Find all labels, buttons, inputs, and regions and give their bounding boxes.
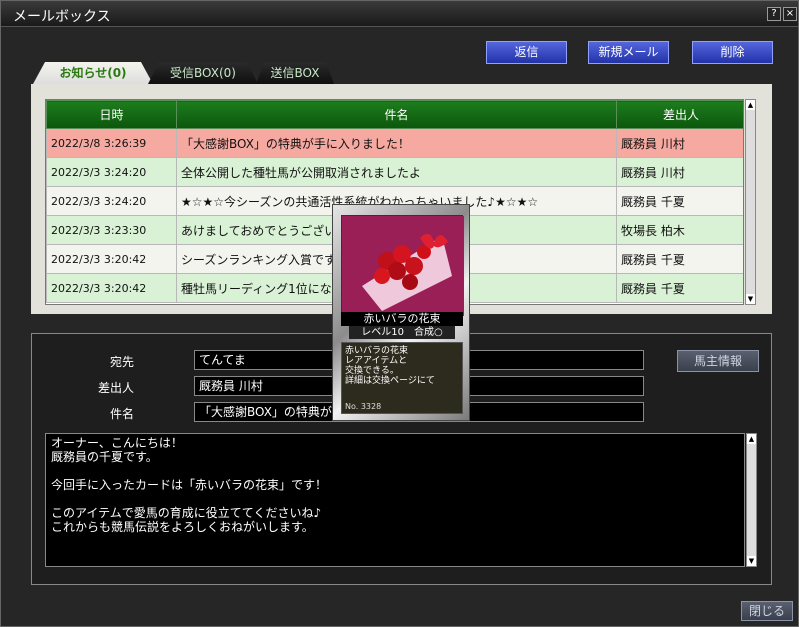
reply-button[interactable]: 返信 [486,41,567,64]
scroll-down-icon[interactable]: ▼ [746,294,755,304]
row-date: 2022/3/3 3:23:30 [46,215,177,245]
body-line [51,464,739,478]
window-title: メールボックス [13,9,111,25]
card-desc-line: レアアイテムと [345,356,408,366]
tab-outbox[interactable]: 送信BOX [256,62,334,84]
card-number: No. 3328 [345,402,382,411]
close-button[interactable]: 閉じる [741,601,793,621]
row-sender: 厩務員 千夏 [616,186,743,216]
new-mail-button[interactable]: 新規メール [588,41,669,64]
rose-bouquet-image [341,215,464,316]
body-line: 厩務員の千夏です。 [51,450,158,464]
row-sender: 厩務員 川村 [616,128,743,158]
table-header: 日時 件名 差出人 [46,100,743,129]
body-line: 今回手に入ったカードは「赤いバラの花束」です！ [51,478,328,492]
row-date: 2022/3/3 3:24:20 [46,186,177,216]
row-sender: 厩務員 川村 [616,157,743,187]
body-line: オーナー、こんにちは！ [51,436,183,450]
card-level: レベル10 合成○ [349,326,455,339]
table-row[interactable]: 2022/3/8 3:26:39 「大感謝BOX」の特典が手に入りました！ 厩務… [46,128,743,158]
body-line: このアイテムで愛馬の育成に役立ててくださいね♪ [51,506,322,520]
column-header-date[interactable]: 日時 [46,100,177,129]
row-date: 2022/3/3 3:20:42 [46,244,177,274]
row-sender: 厩務員 千夏 [616,273,743,303]
row-date: 2022/3/8 3:26:39 [46,128,177,158]
help-button[interactable]: ? [767,7,781,21]
table-row[interactable]: 2022/3/3 3:24:20 全体公開した種牡馬が公開取消されましたよ 厩務… [46,157,743,187]
scroll-up-icon[interactable]: ▲ [746,100,755,110]
row-subject: 全体公開した種牡馬が公開取消されましたよ [176,157,617,187]
delete-button[interactable]: 削除 [692,41,773,64]
title-bar: メールボックス ? × [1,1,798,27]
tab-inbox[interactable]: 受信BOX(0) [148,62,258,84]
to-label: 宛先 [109,355,134,369]
scroll-up-icon[interactable]: ▲ [747,434,756,444]
row-subject: 「大感謝BOX」の特典が手に入りました！ [176,128,617,158]
card-desc-line: 交換できる。 [345,366,399,376]
rose-bouquet-icon [342,216,464,316]
mailbox-window: メールボックス ? × 返信 新規メール 削除 お知らせ(0) 受信BOX(0)… [0,0,799,627]
row-date: 2022/3/3 3:24:20 [46,157,177,187]
card-desc-line: 赤いバラの花束 [345,346,409,356]
subject-label: 件名 [109,407,134,421]
row-date: 2022/3/3 3:20:42 [46,273,177,303]
body-line [51,492,739,506]
scroll-down-icon[interactable]: ▼ [747,556,756,566]
card-description: 赤いバラの花束 レアアイテムと 交換できる。 詳細は交換ページにて No. 33… [341,342,463,414]
close-window-button[interactable]: × [783,7,797,21]
column-header-sender[interactable]: 差出人 [616,100,743,129]
item-card-popup: 赤いバラの花束 レベル10 合成○ 赤いバラの花束 レアアイテムと 交換できる。… [332,204,470,421]
column-header-subject[interactable]: 件名 [176,100,617,129]
owner-info-button[interactable]: 馬主情報 [677,350,759,372]
body-scrollbar[interactable]: ▲ ▼ [746,433,757,567]
row-sender: 牧場長 柏木 [616,215,743,245]
body-line: これからも競馬伝説をよろしくおねがいします。 [51,520,314,534]
list-scrollbar[interactable]: ▲ ▼ [745,99,756,305]
mail-body[interactable]: オーナー、こんにちは！ 厩務員の千夏です。 今回手に入ったカードは「赤いバラの花… [45,433,745,567]
card-desc-line: 詳細は交換ページにて [345,376,435,386]
card-name: 赤いバラの花束 [341,312,463,326]
tab-notices[interactable]: お知らせ(0) [33,62,153,84]
from-label: 差出人 [97,381,134,395]
row-sender: 厩務員 千夏 [616,244,743,274]
